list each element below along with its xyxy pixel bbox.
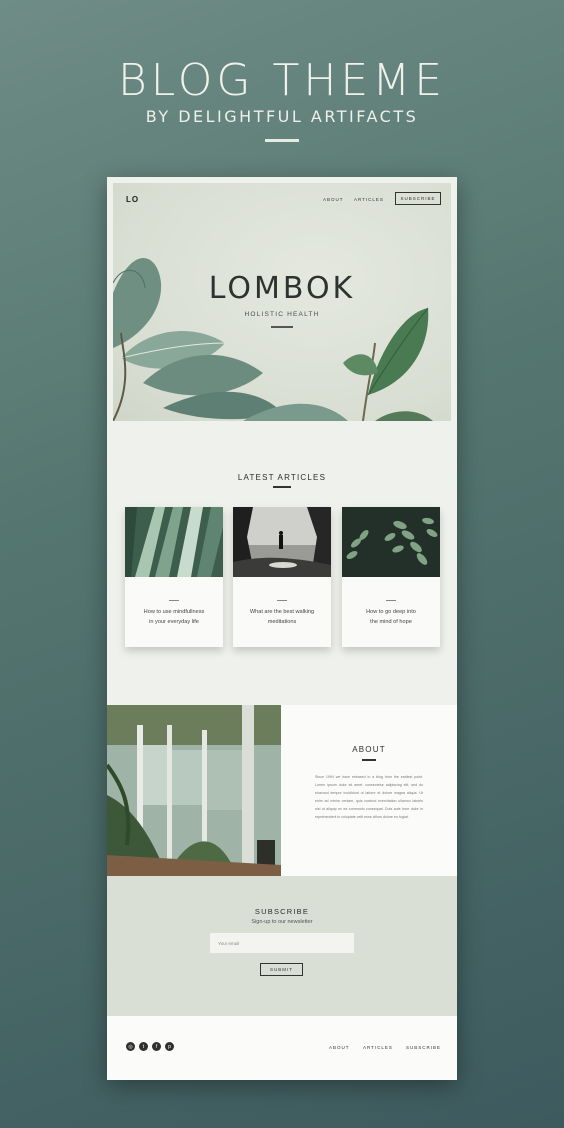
article-divider — [169, 600, 179, 601]
submit-button[interactable]: SUBMIT — [260, 963, 303, 976]
subscribe-heading: SUBSCRIBE — [254, 907, 310, 916]
site-logo[interactable]: LO — [126, 195, 139, 204]
instagram-icon[interactable]: ◎ — [126, 1042, 135, 1051]
about-text: Since 1994 we have released in a blog fr… — [315, 775, 423, 820]
footer-nav-subscribe[interactable]: SUBSCRIBE — [406, 1045, 441, 1050]
article-title[interactable]: What are the best walking meditations — [239, 607, 325, 627]
email-input[interactable] — [210, 933, 354, 953]
subscribe-section: SUBSCRIBE Sign-up to our newsletter SUBM… — [107, 876, 457, 1016]
footer-nav-articles[interactable]: ARTICLES — [363, 1045, 393, 1050]
article-card[interactable]: How to go deep into the mind of hope — [342, 507, 440, 647]
banner-divider — [265, 139, 299, 142]
hero-subtitle: HOLISTIC HEALTH — [244, 311, 320, 318]
latest-articles-heading: LATEST ARTICLES — [237, 473, 327, 482]
article-image — [342, 507, 440, 577]
hero-section: LO ABOUT ARTICLES SUBSCRIBE LOMBOK HOLIS… — [113, 183, 451, 421]
article-card[interactable]: What are the best walking meditations — [233, 507, 331, 647]
hero-title: LOMBOK — [208, 271, 356, 306]
article-image — [125, 507, 223, 577]
banner-subtitle: BY DELIGHTFUL ARTIFACTS — [145, 107, 419, 126]
footer-nav-about[interactable]: ABOUT — [329, 1045, 350, 1050]
pinterest-icon[interactable]: p — [165, 1042, 174, 1051]
about-heading: ABOUT — [352, 745, 386, 754]
about-section: ABOUT Since 1994 we have released in a b… — [281, 705, 457, 876]
hero-divider — [271, 326, 293, 328]
latest-articles-divider — [273, 486, 291, 488]
article-card[interactable]: How to use mindfullness in your everyday… — [125, 507, 223, 647]
subscribe-text: Sign-up to our newsletter — [251, 919, 313, 925]
article-title[interactable]: How to go deep into the mind of hope — [348, 607, 434, 627]
article-divider — [386, 600, 396, 601]
nav-about[interactable]: ABOUT — [323, 197, 344, 202]
article-image — [233, 507, 331, 577]
twitter-icon[interactable]: t — [139, 1042, 148, 1051]
about-divider — [362, 759, 376, 761]
nav-subscribe-button[interactable]: SUBSCRIBE — [395, 192, 441, 205]
nav-articles[interactable]: ARTICLES — [354, 197, 384, 202]
banner-title: BLOG THEME — [118, 55, 446, 106]
website-mockup: LO ABOUT ARTICLES SUBSCRIBE LOMBOK HOLIS… — [107, 177, 457, 1080]
footer: ◎ t f p ABOUT ARTICLES SUBSCRIBE — [107, 1016, 457, 1080]
article-title[interactable]: How to use mindfullness in your everyday… — [131, 607, 217, 627]
facebook-icon[interactable]: f — [152, 1042, 161, 1051]
about-image — [107, 705, 281, 876]
article-divider — [277, 600, 287, 601]
